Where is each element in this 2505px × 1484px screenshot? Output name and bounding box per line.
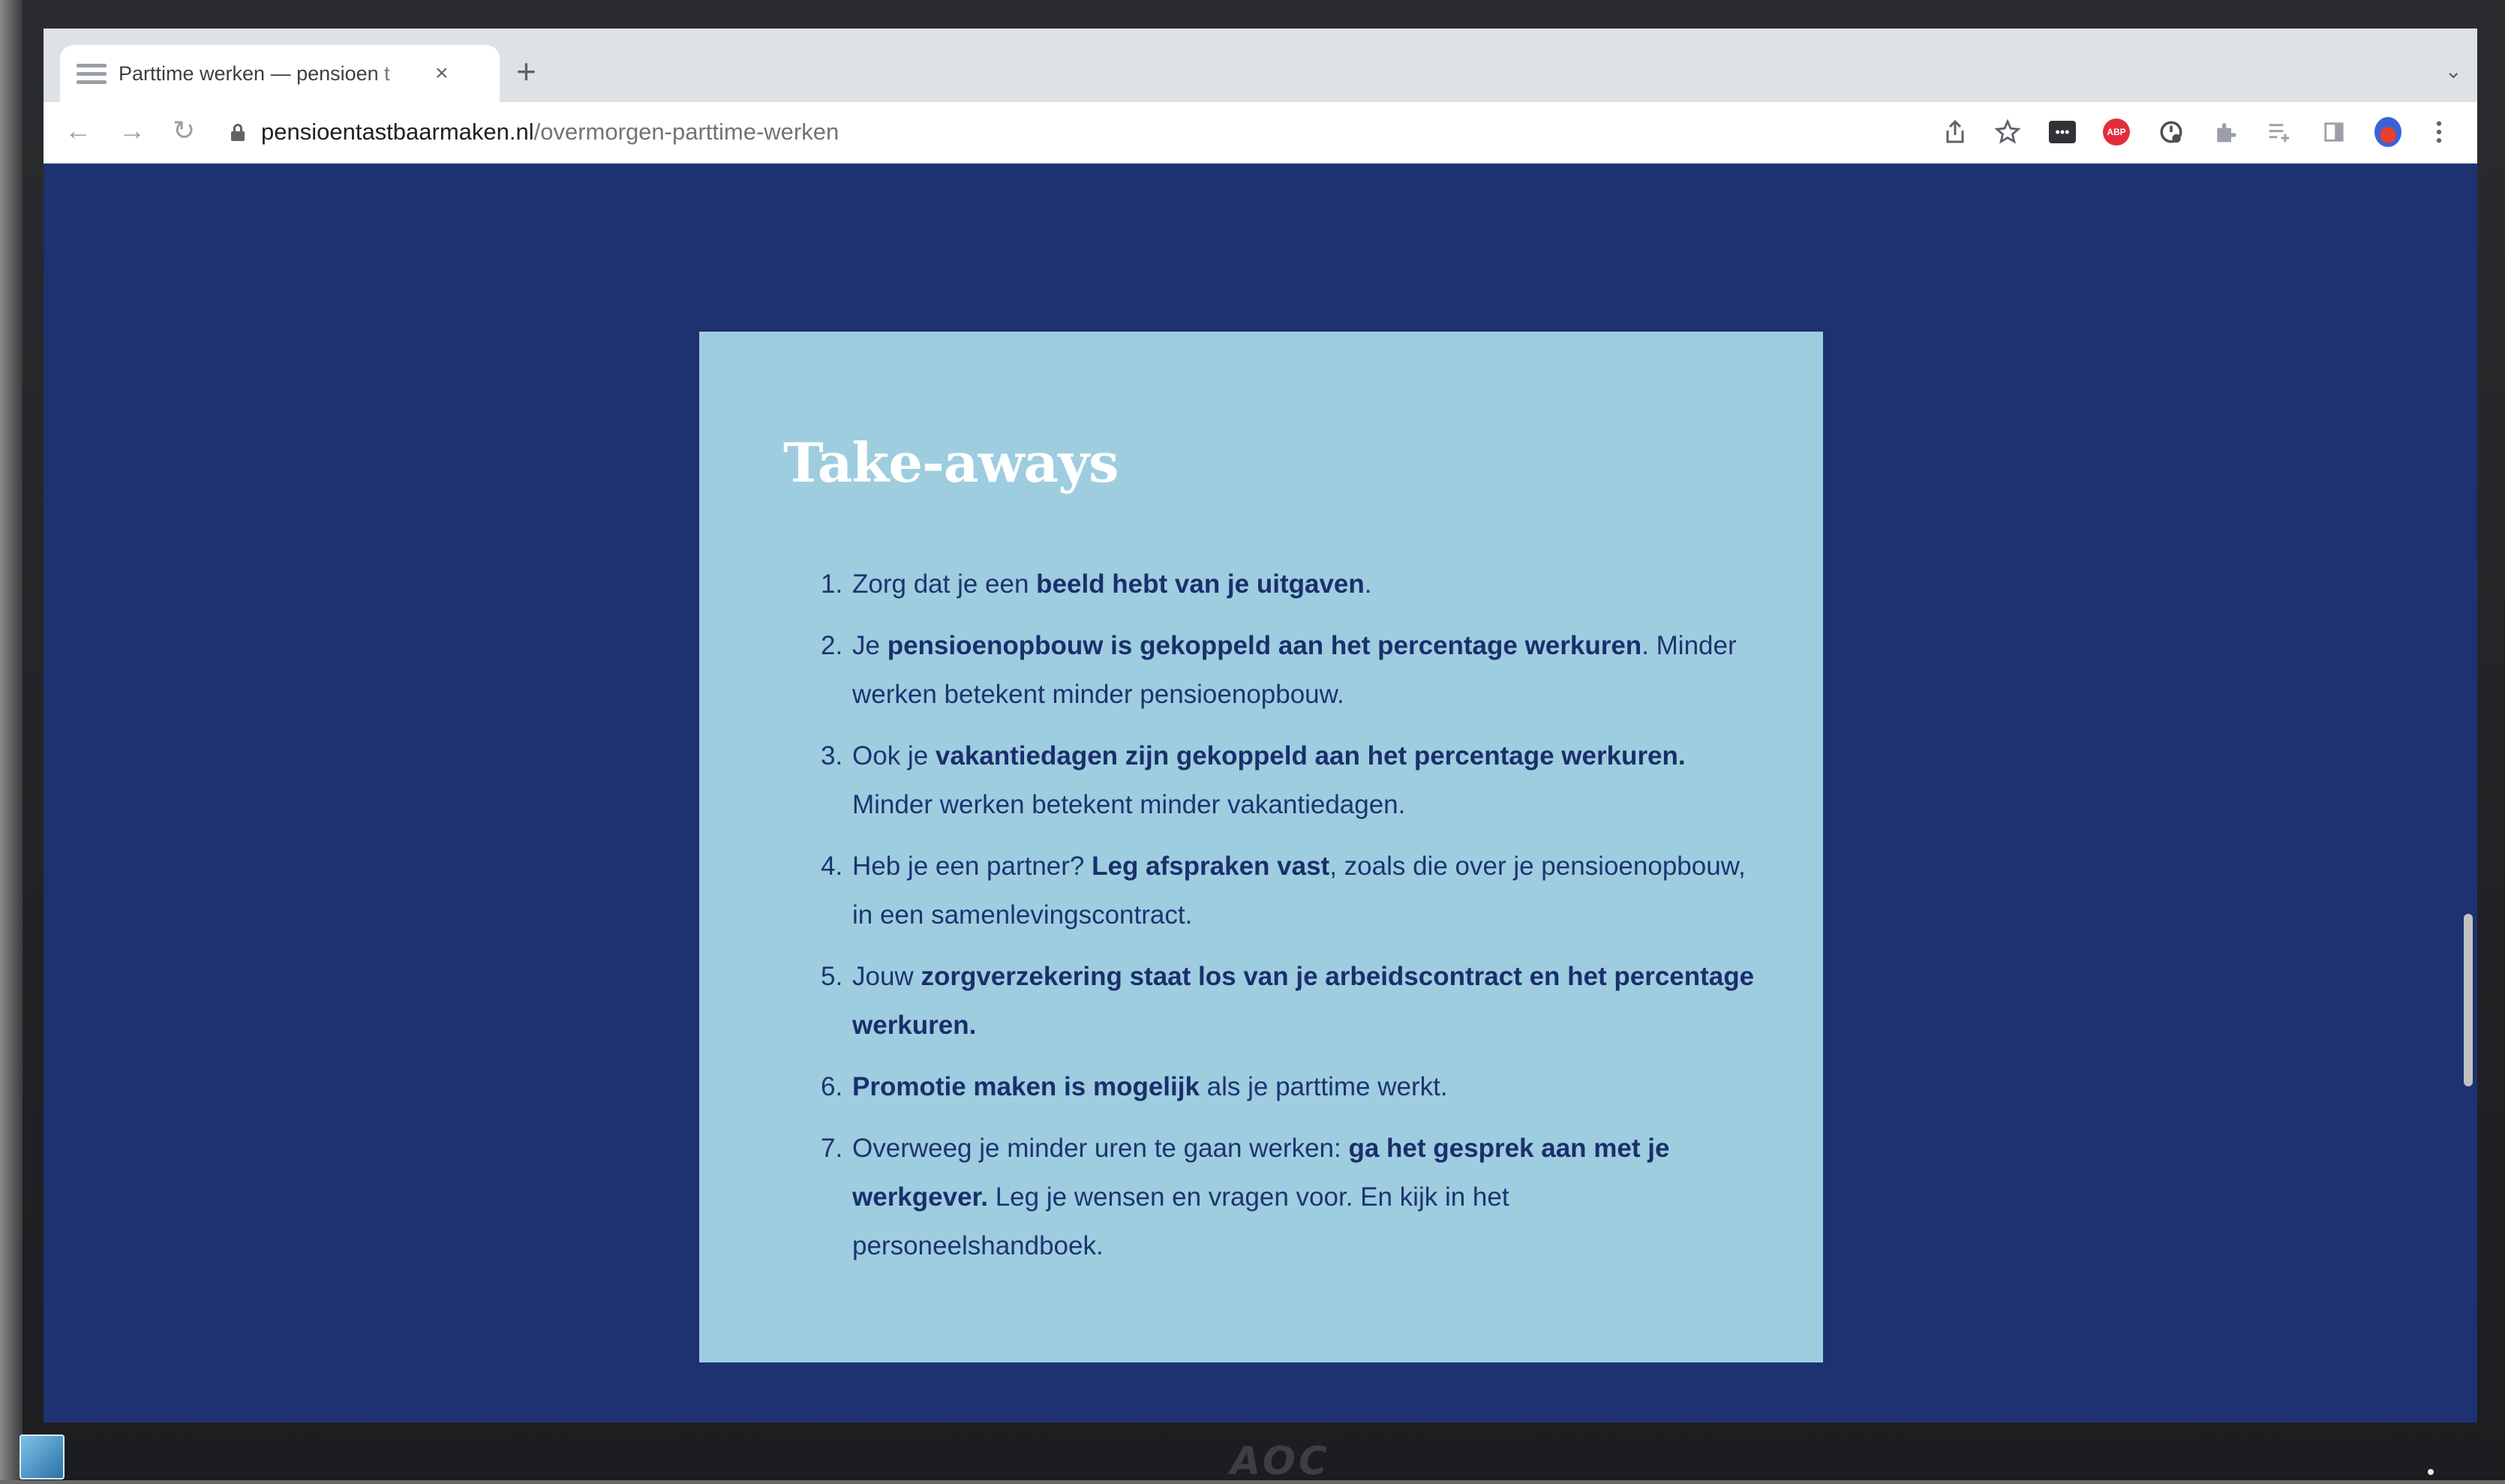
energy-star-sticker [20,1434,65,1479]
item-text: als je parttime werkt. [1199,1072,1448,1101]
item-text: Zorg dat je een [852,569,1037,599]
url-host: pensioentastbaarmaken.nl [261,119,534,145]
item-text: . [1364,569,1372,599]
item-text: Je [852,631,888,660]
item-bold-text: beeld hebt van je uitgaven [1036,569,1365,599]
reading-list-icon[interactable] [2266,119,2293,146]
list-item: 2. Je pensioenopbouw is gekoppeld aan het… [821,621,1759,719]
takeaways-list: 1. Zorg dat je een beeld hebt van je uitg… [821,560,1759,1283]
list-item: 5. Jouw zorgverzekering staat los van je … [821,952,1759,1050]
list-item: 1. Zorg dat je een beeld hebt van je uitg… [821,560,1759,608]
item-bold-text: vakantiedagen zijn gekoppeld aan het per… [935,741,1686,771]
extension-shield-icon[interactable] [2158,119,2185,146]
extensions-puzzle-icon[interactable] [2212,119,2239,146]
tab-search-chevron-icon[interactable]: ⌄ [2445,59,2462,83]
item-text: Heb je een partner? [852,852,1092,881]
browser-toolbar: ← → ↻ pensioentastbaarmaken.nl /overmorg… [44,102,2477,164]
list-item: 7. Overweeg je minder uren te gaan werken… [821,1124,1759,1270]
browser-window: Parttime werken — pensioen t × + ⌄ ← → ↻… [44,29,2477,1422]
item-number: 5. [821,962,843,991]
browser-tab[interactable]: Parttime werken — pensioen t × [60,45,500,102]
item-number: 4. [821,852,843,881]
adblock-icon[interactable]: ABP [2103,119,2130,146]
list-item: 3. Ook je vakantiedagen zijn gekoppeld aa… [821,731,1759,829]
lock-icon[interactable] [231,124,245,141]
new-tab-button[interactable]: + [516,54,536,89]
tab-strip: Parttime werken — pensioen t × + ⌄ [44,29,2477,102]
item-number: 2. [821,631,843,660]
page-scrollbar[interactable] [2464,914,2473,1086]
star-icon[interactable] [1994,119,2021,146]
takeaways-card: Take-aways 1. Zorg dat je een beeld hebt … [699,332,1823,1362]
close-tab-icon[interactable]: × [435,61,449,86]
page-favicon-icon [77,59,107,89]
list-item: 6. Promotie maken is mogelijk als je part… [821,1062,1759,1111]
item-bold-text: zorgverzekering staat los van je arbeids… [852,962,1755,1040]
extension-dots-icon[interactable]: ••• [2049,119,2076,146]
item-number: 6. [821,1072,843,1101]
list-item: 4. Heb je een partner? Leg afspraken vast… [821,842,1759,939]
item-text: Minder werken betekent minder vakantieda… [852,790,1406,819]
bezel-edge [0,0,23,1480]
url-path: /overmorgen-parttime-werken [533,119,840,145]
page-content: Take-aways 1. Zorg dat je een beeld hebt … [44,164,2477,1422]
item-bold-text: Promotie maken is mogelijk [852,1072,1200,1101]
monitor-brand-logo: AOC [1230,1439,1331,1484]
item-text: Ook je [852,741,936,771]
tab-title: Parttime werken — pensioen t [119,62,390,85]
power-led [2428,1469,2434,1475]
address-bar[interactable]: pensioentastbaarmaken.nl /overmorgen-par… [231,111,1957,153]
browser-menu-icon[interactable] [2425,119,2452,146]
item-bold-text: Leg afspraken vast [1092,852,1330,881]
item-text: Jouw [852,962,921,991]
forward-button[interactable]: → [119,116,146,146]
avatar[interactable] [2374,117,2401,147]
card-title: Take-aways [783,431,1119,494]
item-bold-text: pensioenopbouw is gekoppeld aan het perc… [887,631,1642,660]
item-number: 3. [821,741,843,771]
item-number: 7. [821,1134,843,1163]
item-text: Overweeg je minder uren te gaan werken: [852,1134,1349,1163]
share-icon[interactable] [1942,119,1969,146]
reload-button[interactable]: ↻ [173,116,195,146]
back-button[interactable]: ← [65,116,92,146]
side-panel-icon[interactable] [2320,119,2347,146]
item-number: 1. [821,569,843,599]
